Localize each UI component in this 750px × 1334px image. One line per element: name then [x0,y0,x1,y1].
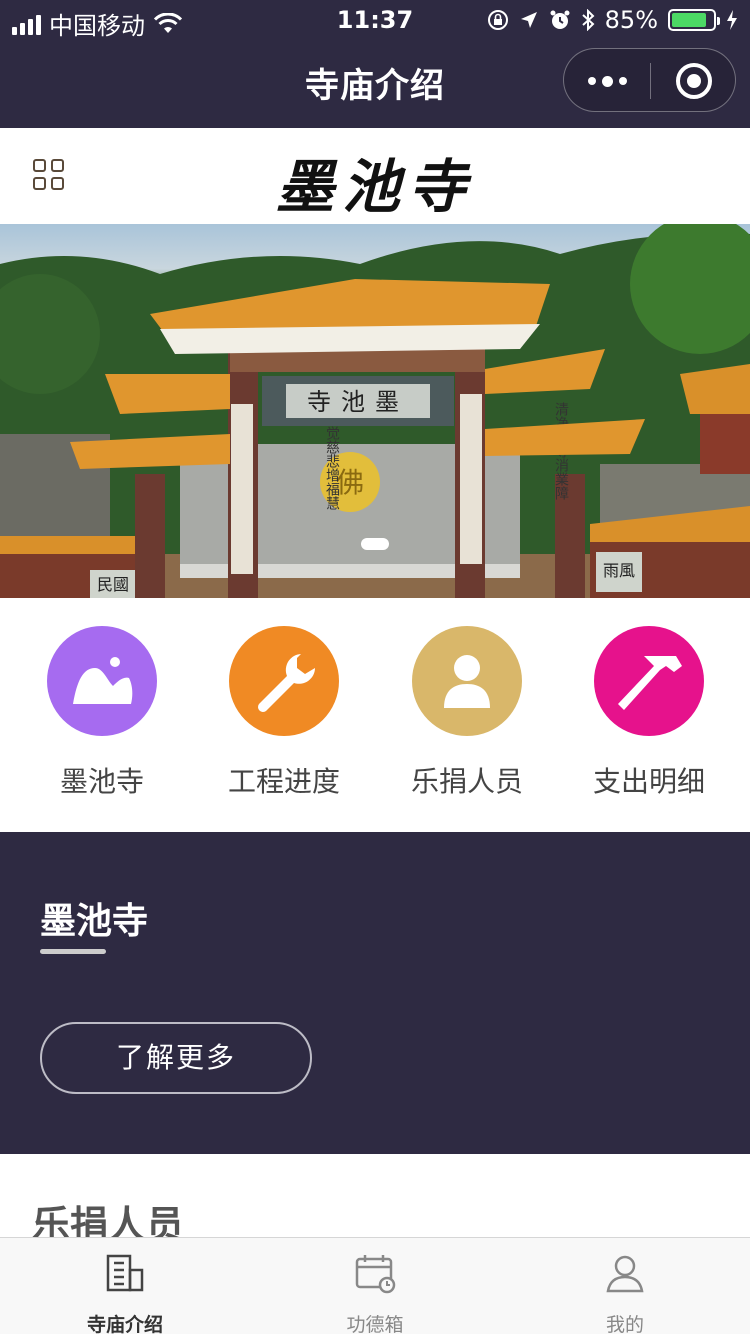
quick-link-donors[interactable]: 乐捐人员 [387,626,547,800]
wrench-icon [229,626,339,736]
plaque-right-text: 雨風 [603,561,635,580]
quick-link-expenses[interactable]: 支出明细 [569,626,729,800]
about-title: 墨池寺 [40,901,149,942]
battery-icon [668,9,720,31]
tab-label: 我的 [605,1314,644,1334]
tab-label: 寺庙介绍 [86,1314,163,1334]
alarm-icon [550,10,570,29]
quick-link-temple[interactable]: 墨池寺 [22,626,182,800]
logo-header: 墨池寺 [0,128,750,224]
close-miniprogram-button[interactable] [676,63,712,99]
title-underline [40,949,106,954]
learn-more-button[interactable]: 了解更多 [40,1022,312,1094]
banner-carousel[interactable]: 民國 雨風 佛 正觉慈悲增福慧 清净平等消業障 寺池墨 [0,224,750,598]
person-icon [412,626,522,736]
temple-logo: 墨池寺 [275,153,474,221]
carousel-indicator[interactable] [361,538,389,550]
quick-links: 墨池寺 工程进度 乐捐人员 支出明细 [0,598,750,832]
mini-program-capsule [563,48,736,112]
status-bar: 中国移动 11:37 85% [0,0,750,40]
quick-link-label: 支出明细 [592,765,705,798]
more-button[interactable] [588,75,627,87]
quick-link-progress[interactable]: 工程进度 [204,626,364,800]
donors-section: 乐捐人员 [0,1154,750,1247]
rotation-lock-icon [487,10,508,30]
plaque-left-text: 民國 [97,575,129,594]
tab-bar: 寺庙介绍 功德箱 我的 [0,1237,750,1334]
quick-link-label: 工程进度 [227,765,340,798]
gate-plaque-text: 寺池墨 [307,388,409,416]
charging-icon [727,10,737,30]
quick-link-label: 墨池寺 [59,765,144,798]
battery-percent: 85% [604,6,658,34]
about-section: 墨池寺 了解更多 [0,832,750,1154]
tab-temple-intro[interactable]: 寺庙介绍 [0,1238,250,1334]
bluetooth-icon [581,9,595,31]
building-icon [106,1254,144,1292]
mountain-icon [47,626,157,736]
location-icon [520,12,537,28]
user-icon [606,1255,644,1293]
quick-link-label: 乐捐人员 [410,765,523,798]
tab-mine[interactable]: 我的 [500,1238,750,1334]
top-bar: 中国移动 11:37 85% 寺庙介绍 [0,0,750,128]
tab-label: 功德箱 [346,1314,404,1334]
emblem-text: 佛 [336,466,364,499]
calendar-clock-icon [355,1255,396,1294]
tab-merit-box[interactable]: 功德箱 [250,1238,500,1334]
hammer-icon [594,626,704,736]
